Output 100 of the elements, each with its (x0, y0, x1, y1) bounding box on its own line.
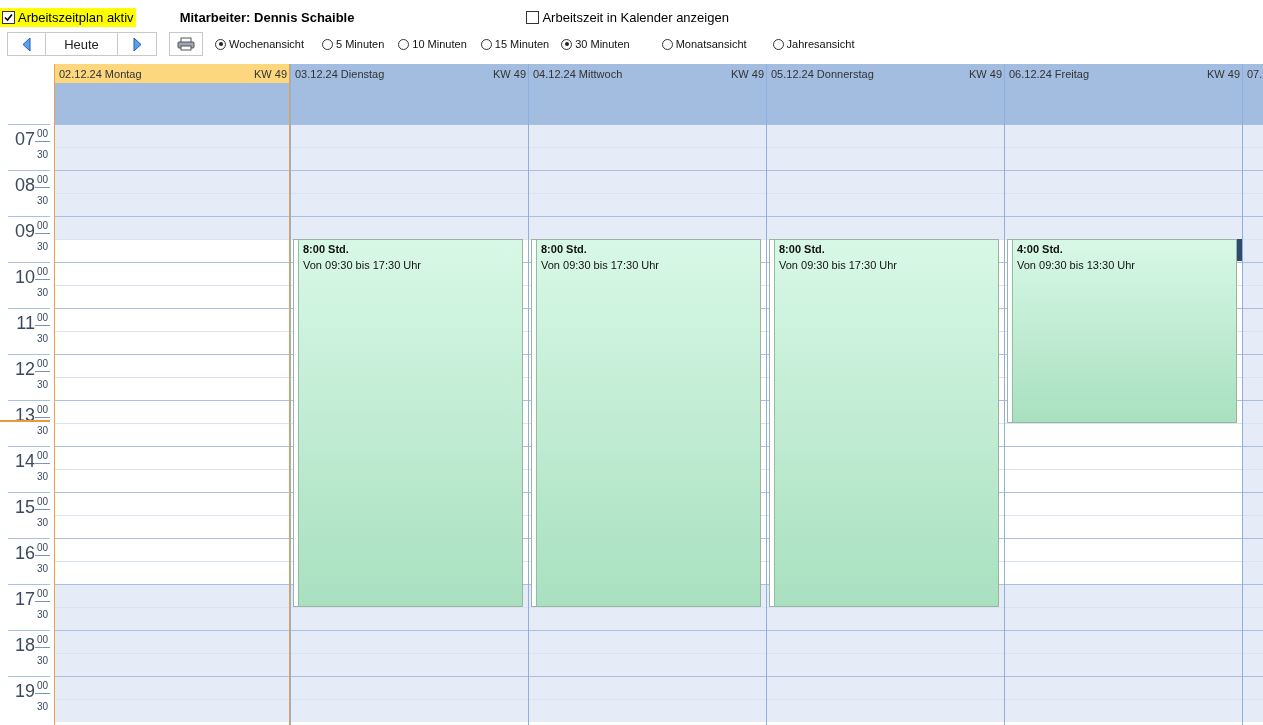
time-slot[interactable] (761, 446, 766, 469)
time-slot[interactable] (529, 216, 766, 239)
time-slot[interactable] (529, 630, 766, 653)
appointment[interactable]: 8:00 Std. Von 09:30 bis 17:30 Uhr (531, 239, 761, 607)
print-button[interactable] (169, 32, 203, 56)
time-slot[interactable] (1243, 193, 1263, 216)
time-slot[interactable] (1005, 607, 1242, 630)
time-slot[interactable] (291, 699, 528, 722)
time-slot[interactable] (55, 124, 289, 147)
time-slot[interactable] (1005, 584, 1242, 607)
time-slot[interactable] (999, 285, 1004, 308)
time-slot[interactable] (1005, 147, 1242, 170)
time-slot[interactable] (767, 653, 1004, 676)
time-slot[interactable] (999, 400, 1004, 423)
radio-button[interactable] (561, 38, 573, 50)
time-slot[interactable] (1243, 377, 1263, 400)
time-slot[interactable] (55, 193, 289, 216)
time-slot[interactable] (529, 124, 766, 147)
time-slot[interactable] (55, 170, 289, 193)
checkbox[interactable] (526, 11, 540, 24)
time-slot[interactable] (529, 699, 766, 722)
radio-button[interactable] (215, 38, 226, 50)
time-slot[interactable] (1005, 216, 1242, 239)
time-slot[interactable] (761, 377, 766, 400)
radio-button[interactable] (398, 38, 410, 50)
time-slot[interactable] (1005, 653, 1242, 676)
time-slot[interactable] (761, 423, 766, 446)
time-slot[interactable] (55, 676, 289, 699)
time-slot[interactable] (1243, 400, 1263, 423)
time-slot[interactable] (529, 653, 766, 676)
time-slot[interactable] (529, 676, 766, 699)
time-slot[interactable] (761, 400, 766, 423)
radio-button[interactable] (772, 38, 784, 50)
time-slot[interactable] (1243, 331, 1263, 354)
appointment[interactable]: 8:00 Std. Von 09:30 bis 17:30 Uhr (293, 239, 523, 607)
time-slot[interactable] (1243, 446, 1263, 469)
time-slot[interactable] (767, 193, 1004, 216)
time-slot[interactable] (761, 515, 766, 538)
time-slot[interactable] (999, 377, 1004, 400)
time-slot[interactable] (291, 216, 528, 239)
radio-button[interactable] (661, 38, 673, 50)
time-slot[interactable] (291, 124, 528, 147)
time-slot[interactable] (761, 285, 766, 308)
time-slot[interactable] (55, 630, 289, 653)
time-slot[interactable] (523, 515, 528, 538)
time-slot[interactable] (767, 124, 1004, 147)
time-slot[interactable] (767, 676, 1004, 699)
time-slot[interactable] (761, 561, 766, 584)
time-slot[interactable] (1243, 676, 1263, 699)
time-slot[interactable] (1243, 653, 1263, 676)
time-slot[interactable] (523, 561, 528, 584)
view-radio[interactable]: Monatsansicht (661, 38, 747, 50)
time-slot[interactable] (1243, 584, 1263, 607)
time-slot[interactable] (523, 354, 528, 377)
time-slot[interactable] (529, 170, 766, 193)
time-slot[interactable] (1243, 239, 1263, 262)
day-header[interactable]: 02.12.24 Montag KW 49 (55, 64, 289, 124)
view-radio[interactable]: Jahresansicht (772, 38, 855, 50)
time-slot[interactable] (767, 607, 1004, 630)
time-slot[interactable] (761, 354, 766, 377)
time-slot[interactable] (761, 584, 766, 607)
day-header[interactable]: 07. (1243, 64, 1263, 124)
time-slot[interactable] (523, 308, 528, 331)
appointment[interactable]: 8:00 Std. Von 09:30 bis 17:30 Uhr (769, 239, 999, 607)
time-slot[interactable] (1243, 492, 1263, 515)
time-slot[interactable] (1005, 170, 1242, 193)
time-slot[interactable] (523, 400, 528, 423)
time-slot[interactable] (291, 607, 528, 630)
time-slot[interactable] (523, 492, 528, 515)
time-slot[interactable] (55, 607, 289, 630)
time-slot[interactable] (523, 469, 528, 492)
time-slot[interactable] (55, 699, 289, 722)
time-slot[interactable] (1243, 170, 1263, 193)
time-slot[interactable] (1243, 699, 1263, 722)
time-slot[interactable] (523, 377, 528, 400)
time-slot[interactable] (767, 699, 1004, 722)
time-slot[interactable] (1243, 262, 1263, 285)
radio-button[interactable] (322, 38, 333, 50)
time-slot[interactable] (761, 308, 766, 331)
time-slot[interactable] (523, 584, 528, 607)
view-radio[interactable]: Wochenansicht (215, 38, 304, 50)
day-header[interactable]: 06.12.24 Freitag KW 49 (1005, 64, 1242, 124)
time-slot[interactable] (523, 285, 528, 308)
time-slot[interactable] (761, 262, 766, 285)
show-worktime-checkbox[interactable]: Arbeitszeit in Kalender anzeigen (524, 8, 731, 27)
time-slot[interactable] (523, 331, 528, 354)
time-slot[interactable] (1243, 308, 1263, 331)
more-indicator[interactable] (1237, 239, 1242, 261)
day-header[interactable]: 05.12.24 Donnerstag KW 49 (767, 64, 1004, 124)
time-slot[interactable] (1005, 630, 1242, 653)
time-slot[interactable] (1243, 216, 1263, 239)
view-radio[interactable]: 5 Minuten (322, 38, 385, 50)
time-slot[interactable] (761, 538, 766, 561)
time-slot[interactable] (767, 630, 1004, 653)
time-slot[interactable] (523, 446, 528, 469)
time-slot[interactable] (761, 469, 766, 492)
view-radio[interactable]: 30 Minuten (561, 38, 630, 50)
time-slot[interactable] (1005, 699, 1242, 722)
time-slot[interactable] (761, 331, 766, 354)
time-slot[interactable] (291, 676, 528, 699)
